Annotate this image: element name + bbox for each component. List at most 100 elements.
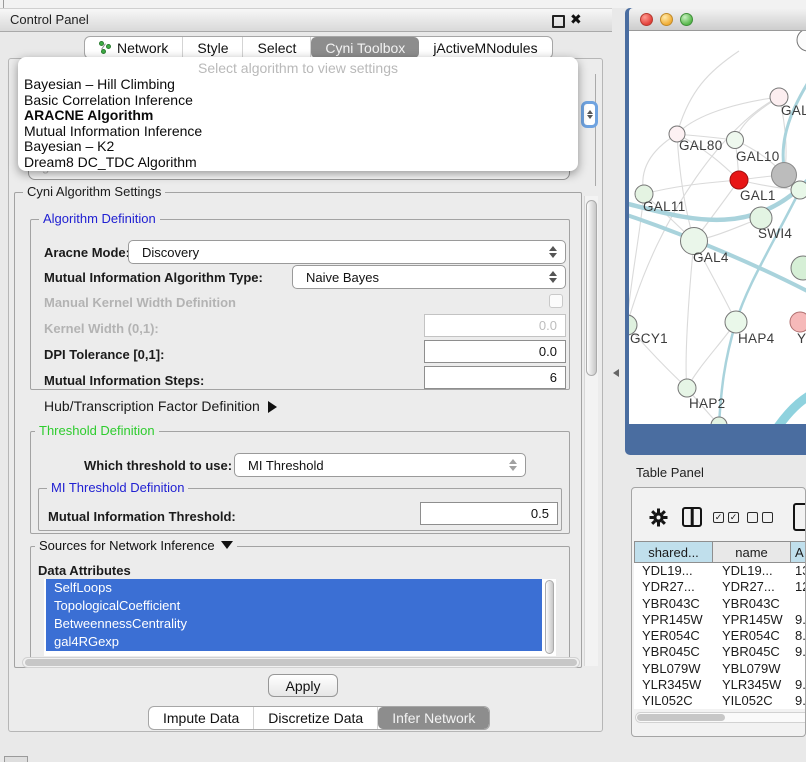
settings-hscrollbar[interactable] (22, 657, 580, 668)
node-gal10[interactable] (727, 132, 744, 149)
table-hscrollbar[interactable] (635, 712, 806, 723)
which-threshold-label: Which threshold to use: (84, 458, 232, 473)
algorithm-option[interactable]: Mutual Information Inference (18, 124, 578, 140)
mi-algorithm-type-label: Mutual Information Algorithm Type: (44, 270, 263, 285)
tab-style-label: Style (197, 40, 228, 56)
screen: Control Panel ✖ Network Style Select Cyn… (0, 0, 806, 762)
node-gal1[interactable] (730, 171, 748, 189)
algorithm-dropdown-popup: Select algorithm to view settings Bayesi… (18, 57, 578, 171)
table-row[interactable]: YER054C YER054C 8. (634, 628, 806, 644)
column-header-name[interactable]: name (713, 541, 791, 563)
hub-definition-expander[interactable]: Hub/Transcription Factor Definition (44, 398, 277, 414)
node-label-hap4: HAP4 (738, 331, 774, 346)
aracne-mode-label: Aracne Mode: (44, 245, 130, 260)
attribute-item[interactable]: gal4RGexp (46, 633, 542, 651)
focused-combo-stepper[interactable] (581, 101, 598, 128)
mi-threshold-field[interactable]: 0.5 (420, 502, 558, 525)
settings-vscrollbar[interactable] (584, 196, 598, 666)
close-icon[interactable]: ✖ (570, 11, 582, 28)
node-right-pink[interactable] (790, 312, 806, 332)
unchecked-checkbox-icon[interactable] (762, 512, 773, 523)
zoom-traffic-light[interactable] (680, 13, 693, 26)
node-label-gal10: GAL10 (736, 149, 780, 164)
settings-gear-icon[interactable] (649, 508, 668, 527)
control-panel-title: Control Panel (10, 12, 89, 27)
column-header-partial[interactable]: A (791, 541, 806, 563)
checked-checkbox-icon[interactable]: ✓ (728, 512, 739, 523)
node-gray[interactable] (772, 163, 797, 188)
node-label-swi4: SWI4 (758, 226, 792, 241)
tab-network-label: Network (117, 40, 168, 56)
node-label-gal-partial: GAL (781, 103, 806, 118)
table-row[interactable]: YDR27... YDR27... 12 (634, 579, 806, 595)
tab-network[interactable]: Network (85, 37, 183, 58)
table-row[interactable]: YIL052C YIL052C 9. (634, 693, 806, 709)
tab-style[interactable]: Style (183, 37, 243, 58)
unchecked-checkbox-icon[interactable] (747, 512, 758, 523)
node-hap2[interactable] (678, 379, 696, 397)
algorithm-option[interactable]: Basic Correlation Inference (18, 93, 578, 109)
document-icon-partial[interactable] (793, 503, 806, 531)
checked-checkbox-icon[interactable]: ✓ (713, 512, 724, 523)
node-bottom-right-green[interactable] (791, 256, 806, 280)
column-header-shared[interactable]: shared... (634, 541, 713, 563)
hub-definition-label: Hub/Transcription Factor Definition (44, 398, 260, 414)
tab-discretize-data[interactable]: Discretize Data (254, 707, 378, 729)
manual-kernel-width-checkbox[interactable] (549, 294, 563, 308)
hidden-group-border (595, 74, 596, 186)
attribute-item[interactable]: TopologicalCoefficient (46, 597, 542, 615)
algorithm-definition-title: Algorithm Definition (39, 211, 160, 226)
close-traffic-light[interactable] (640, 13, 653, 26)
network-canvas[interactable]: GAL GAL80 GAL10 GAL1 GAL11 SWI4 GAL4 GCY… (629, 31, 806, 424)
table-row[interactable]: YBL079W YBL079W (634, 661, 806, 677)
algorithm-option[interactable]: Dream8 DC_TDC Algorithm (18, 155, 578, 171)
network-window-titlebar[interactable] (629, 8, 806, 31)
table-rows: YDL19... YDL19... 13 YDR27... YDR27... 1… (634, 563, 806, 709)
table-row[interactable]: YDL19... YDL19... 13 (634, 563, 806, 579)
mi-steps-field[interactable]: 6 (424, 366, 566, 389)
attribute-item[interactable]: SelfLoops (46, 579, 542, 597)
tab-select[interactable]: Select (243, 37, 311, 58)
kernel-width-field[interactable]: 0.0 (424, 314, 566, 337)
table-row[interactable]: YBR043C YBR043C (634, 596, 806, 612)
data-attributes-label: Data Attributes (38, 563, 131, 578)
table-row[interactable]: YPR145W YPR145W 9. (634, 612, 806, 628)
cyni-algorithm-settings-title: Cyni Algorithm Settings (23, 184, 165, 199)
tab-cyni-toolbox[interactable]: Cyni Toolbox (311, 37, 419, 58)
node-hap4[interactable] (725, 311, 747, 333)
tab-impute-data[interactable]: Impute Data (149, 707, 254, 729)
mi-algorithm-type-combo[interactable]: Naive Bayes (292, 265, 566, 289)
columns-icon[interactable] (682, 507, 702, 527)
algorithm-option-selected[interactable]: ARACNE Algorithm (18, 108, 578, 124)
mi-steps-label: Mutual Information Steps: (44, 373, 204, 388)
tab-discretize-data-label: Discretize Data (268, 710, 363, 726)
node-right-green[interactable] (791, 181, 806, 199)
mi-threshold-label: Mutual Information Threshold: (48, 509, 236, 524)
manual-kernel-width-label: Manual Kernel Width Definition (44, 295, 236, 310)
tab-impute-data-label: Impute Data (163, 710, 239, 726)
node-label-gal80: GAL80 (679, 138, 723, 153)
node-top-right[interactable] (797, 31, 806, 51)
table-row[interactable]: YBR045C YBR045C 9. (634, 644, 806, 660)
mouse-cursor (613, 369, 619, 377)
which-threshold-combo[interactable]: MI Threshold (234, 453, 526, 477)
algorithm-option[interactable]: Bayesian – K2 (18, 139, 578, 155)
tab-jactivemnodules[interactable]: jActiveMNodules (419, 37, 551, 58)
expander-down-arrow-icon (221, 541, 233, 549)
attribute-list-scrollbar[interactable] (545, 580, 554, 654)
dpi-tolerance-field[interactable]: 0.0 (424, 340, 566, 363)
apply-button[interactable]: Apply (268, 674, 338, 697)
sources-group-title[interactable]: Sources for Network Inference (35, 538, 237, 553)
float-panel-icon[interactable] (552, 15, 565, 28)
minimize-traffic-light[interactable] (660, 13, 673, 26)
aracne-mode-combo[interactable]: Discovery (128, 240, 566, 264)
aracne-mode-value: Discovery (129, 245, 545, 260)
data-attributes-list: SelfLoops TopologicalCoefficient Between… (44, 579, 556, 656)
tab-infer-network[interactable]: Infer Network (378, 707, 489, 729)
bottom-left-widget-partial[interactable] (4, 756, 28, 762)
algorithm-dropdown-prompt: Select algorithm to view settings (18, 60, 578, 77)
table-panel: ✓ ✓ shared... name A YDL19... YDL19... 1… (631, 487, 806, 737)
algorithm-option[interactable]: Bayesian – Hill Climbing (18, 77, 578, 93)
table-row[interactable]: YLR345W YLR345W 9. (634, 677, 806, 693)
attribute-item[interactable]: BetweennessCentrality (46, 615, 542, 633)
